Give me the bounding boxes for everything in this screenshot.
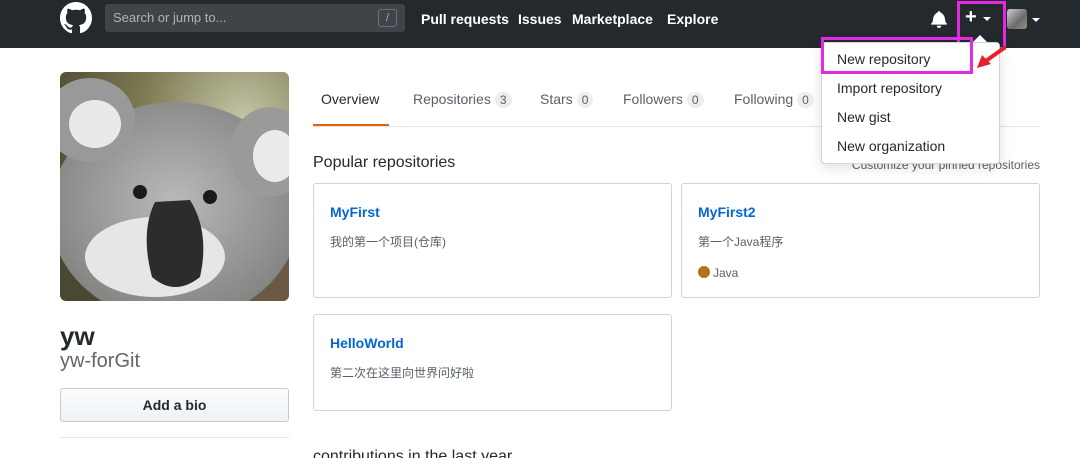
repo-card: MyFirst2 第一个Java程序 Java (681, 183, 1040, 298)
tab-repositories[interactable]: Repositories 3 (413, 91, 512, 108)
menu-item-new-organization[interactable]: New organization (837, 138, 945, 154)
tab-stars[interactable]: Stars 0 (540, 91, 594, 108)
menu-item-new-gist[interactable]: New gist (837, 109, 891, 125)
tab-counter: 0 (797, 92, 814, 108)
repo-language: Java (713, 266, 739, 280)
contributions-heading: contributions in the last year (313, 448, 513, 458)
tab-label: Stars (540, 91, 573, 107)
profile-login: yw-forGit (60, 350, 140, 372)
repo-description: 我的第一个项目(仓库) (330, 235, 446, 249)
user-avatar[interactable] (1007, 9, 1027, 29)
search-shortcut-key: / (378, 9, 397, 27)
menu-item-import-repository[interactable]: Import repository (837, 80, 942, 96)
repo-name-link[interactable]: HelloWorld (330, 335, 404, 351)
search-input[interactable]: Search or jump to... / (105, 4, 405, 32)
repo-card: HelloWorld 第二次在这里向世界问好啦 (313, 314, 672, 411)
tab-label: Overview (321, 91, 380, 107)
search-placeholder: Search or jump to... (113, 10, 227, 25)
repo-description: 第二次在这里向世界问好啦 (330, 366, 475, 380)
github-logo-icon[interactable] (60, 2, 92, 34)
tab-following[interactable]: Following 0 (734, 91, 814, 108)
nav-issues[interactable]: Issues (518, 11, 562, 27)
tab-counter: 0 (576, 92, 594, 108)
tab-label: Followers (623, 91, 683, 107)
contributions-text: contributions in the last year (313, 448, 513, 458)
repo-description: 第一个Java程序 (698, 235, 784, 249)
tab-label: Following (734, 91, 794, 107)
notification-bell-icon[interactable] (931, 10, 947, 28)
add-bio-button[interactable]: Add a bio (60, 388, 289, 422)
chevron-down-icon[interactable] (1032, 18, 1040, 22)
nav-explore[interactable]: Explore (667, 11, 718, 27)
repo-name-link[interactable]: MyFirst (330, 204, 380, 220)
tab-overview[interactable]: Overview (321, 91, 379, 107)
annotation-arrow-icon (977, 46, 1006, 68)
repo-card: MyFirst 我的第一个项目(仓库) (313, 183, 672, 298)
popular-repositories-heading: Popular repositories (313, 154, 456, 171)
active-tab-indicator (313, 124, 389, 126)
nav-pull-requests[interactable]: Pull requests (421, 11, 509, 27)
profile-name: yw (60, 321, 95, 351)
annotation-highlight-box (821, 37, 973, 74)
tab-label: Repositories (413, 91, 491, 107)
nav-marketplace[interactable]: Marketplace (572, 11, 653, 27)
tab-counter: 0 (686, 92, 704, 108)
profile-avatar[interactable] (60, 72, 289, 301)
tab-counter: 3 (494, 92, 512, 108)
repo-name-link[interactable]: MyFirst2 (698, 204, 756, 220)
tab-followers[interactable]: Followers 0 (623, 91, 704, 108)
language-color-dot (698, 266, 710, 278)
divider (60, 437, 289, 438)
